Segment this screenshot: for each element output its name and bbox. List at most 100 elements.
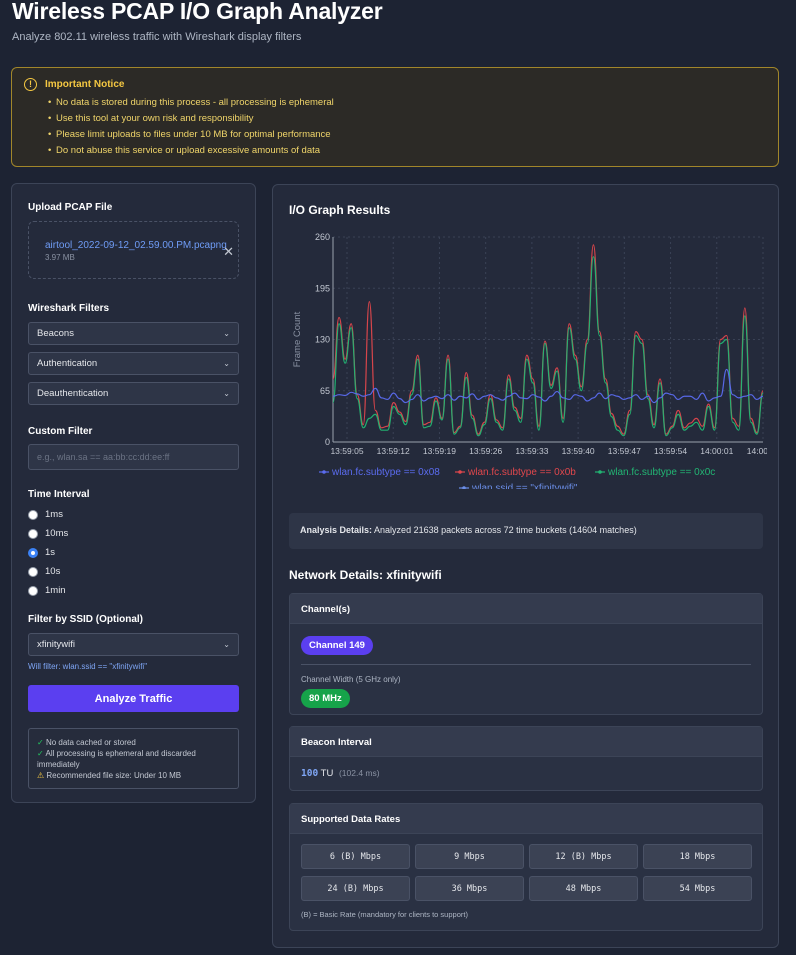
warning-icon: ⚠ [37, 771, 45, 780]
rate-chip: 9 Mbps [415, 844, 524, 869]
details-text: Analyzed 21638 packets across 72 time bu… [374, 525, 637, 535]
info-line: No data cached or stored [45, 738, 136, 747]
upload-label: Upload PCAP File [28, 202, 113, 213]
legend-label: wlan.ssid == "xfinitywifi" [471, 483, 578, 489]
notice-item: Use this tool at your own risk and respo… [48, 111, 766, 127]
chevron-down-icon: ⌄ [223, 389, 230, 398]
rate-chip: 24 (B) Mbps [301, 876, 410, 901]
rate-chip: 36 Mbps [415, 876, 524, 901]
radio-button-selected[interactable] [28, 547, 38, 558]
select-value: Authentication [37, 358, 98, 369]
check-icon: ✓ [37, 749, 44, 758]
y-tick-label: 260 [315, 232, 330, 242]
legend-marker [458, 470, 462, 474]
rates-card: Supported Data Rates 6 (B) Mbps 9 Mbps 1… [289, 803, 763, 931]
x-tick-label: 13:59:19 [423, 446, 456, 456]
info-line: All processing is ephemeral and discarde… [37, 749, 196, 769]
rates-note: (B) = Basic Rate (mandatory for clients … [301, 910, 468, 919]
filter-select-authentication[interactable]: Authentication ⌄ [28, 352, 239, 375]
x-tick-label: 14:00:11 [747, 446, 767, 456]
x-tick-label: 14:00:01 [700, 446, 733, 456]
legend-marker [598, 470, 602, 474]
x-tick-label: 13:59:40 [562, 446, 595, 456]
radio-label: 1ms [45, 509, 63, 520]
chevron-down-icon: ⌄ [223, 640, 230, 649]
io-graph-chart: 0 65 130 195 260 13:59:05 13:59:12 13:59:19 13:5… [292, 232, 767, 489]
beacon-card: Beacon Interval 100 TU (102.4 ms) [289, 726, 763, 791]
interval-option-10s[interactable]: 10s [28, 562, 239, 581]
beacon-head: Beacon Interval [290, 727, 762, 757]
legend-label: wlan.fc.subtype == 0x0c [607, 467, 715, 478]
interval-option-1s[interactable]: 1s [28, 543, 239, 562]
radio-button[interactable] [28, 585, 38, 596]
y-tick-label: 0 [325, 437, 330, 447]
rate-chip: 6 (B) Mbps [301, 844, 410, 869]
x-tick-label: 13:59:54 [654, 446, 687, 456]
beacon-unit: TU [320, 768, 334, 779]
rates-head: Supported Data Rates [290, 804, 762, 834]
results-title: I/O Graph Results [289, 203, 391, 217]
channel-width-badge: 80 MHz [301, 689, 350, 708]
select-value: Beacons [37, 328, 74, 339]
y-tick-label: 130 [315, 335, 330, 345]
ssid-select[interactable]: xfinitywifi ⌄ [28, 633, 239, 656]
network-title: Network Details: xfinitywifi [289, 568, 442, 582]
rate-chip: 54 Mbps [643, 876, 752, 901]
radio-label: 10s [45, 566, 61, 577]
notice-title: Important Notice [45, 79, 125, 90]
radio-label: 1s [45, 547, 56, 558]
custom-filter-label: Custom Filter [28, 426, 93, 437]
info-line: Recommended file size: Under 10 MB [46, 771, 182, 780]
x-tick-label: 13:59:47 [608, 446, 641, 456]
info-box: ✓ No data cached or stored ✓ All process… [28, 728, 239, 789]
radio-button[interactable] [28, 509, 38, 520]
radio-label: 1min [45, 585, 66, 596]
x-tick-label: 13:59:33 [515, 446, 548, 456]
legend-label: wlan.fc.subtype == 0x08 [331, 467, 440, 478]
analysis-details: Analysis Details: Analyzed 21638 packets… [289, 513, 763, 549]
page-subtitle: Analyze 802.11 wireless traffic with Wir… [12, 31, 302, 43]
y-axis-label: Frame Count [292, 311, 303, 367]
notice-item: Please limit uploads to files under 10 M… [48, 127, 766, 143]
results-panel: I/O Graph Results 0 65 130 195 260 13:59:05 13… [272, 184, 779, 948]
filter-select-deauthentication[interactable]: Deauthentication ⌄ [28, 382, 239, 405]
rate-chip: 12 (B) Mbps [529, 844, 638, 869]
select-value: Deauthentication [37, 388, 109, 399]
file-size: 3.97 MB [45, 253, 75, 262]
interval-label: Time Interval [28, 489, 90, 500]
important-notice: ! Important Notice No data is stored dur… [11, 67, 779, 167]
y-tick-label: 65 [320, 386, 330, 396]
radio-button[interactable] [28, 528, 38, 539]
custom-filter-input[interactable]: e.g., wlan.sa == aa:bb:cc:dd:ee:ff [28, 444, 239, 470]
select-value: xfinitywifi [37, 639, 76, 650]
series-line [332, 368, 764, 404]
close-icon[interactable]: ✕ [223, 244, 234, 260]
controls-panel: Upload PCAP File airtool_2022-09-12_02.5… [11, 183, 256, 803]
filters-label: Wireshark Filters [28, 303, 110, 314]
check-icon: ✓ [37, 738, 44, 747]
filter-select-beacons[interactable]: Beacons ⌄ [28, 322, 239, 345]
rate-chip: 18 Mbps [643, 844, 752, 869]
file-dropzone[interactable]: airtool_2022-09-12_02.59.00.PM.pcapng 3.… [28, 221, 239, 279]
page-title: Wireless PCAP I/O Graph Analyzer [12, 0, 383, 24]
interval-option-1ms[interactable]: 1ms [28, 505, 239, 524]
channel-badge: Channel 149 [301, 636, 373, 655]
warning-icon: ! [24, 78, 37, 91]
ssid-label: Filter by SSID (Optional) [28, 614, 144, 625]
radio-button[interactable] [28, 566, 38, 577]
x-tick-label: 13:59:05 [330, 446, 363, 456]
x-tick-label: 13:59:26 [469, 446, 502, 456]
interval-option-10ms[interactable]: 10ms [28, 524, 239, 543]
chevron-down-icon: ⌄ [223, 329, 230, 338]
interval-option-1min[interactable]: 1min [28, 581, 239, 600]
radio-label: 10ms [45, 528, 69, 539]
y-tick-label: 195 [315, 283, 330, 293]
x-tick-label: 13:59:12 [377, 446, 410, 456]
analyze-button[interactable]: Analyze Traffic [28, 685, 239, 712]
file-name: airtool_2022-09-12_02.59.00.PM.pcapng [45, 240, 227, 251]
beacon-value: 100 [301, 768, 319, 779]
chevron-down-icon: ⌄ [223, 359, 230, 368]
notice-item: Do not abuse this service or upload exce… [48, 143, 766, 159]
legend-marker [462, 486, 466, 489]
channel-head: Channel(s) [290, 594, 762, 624]
